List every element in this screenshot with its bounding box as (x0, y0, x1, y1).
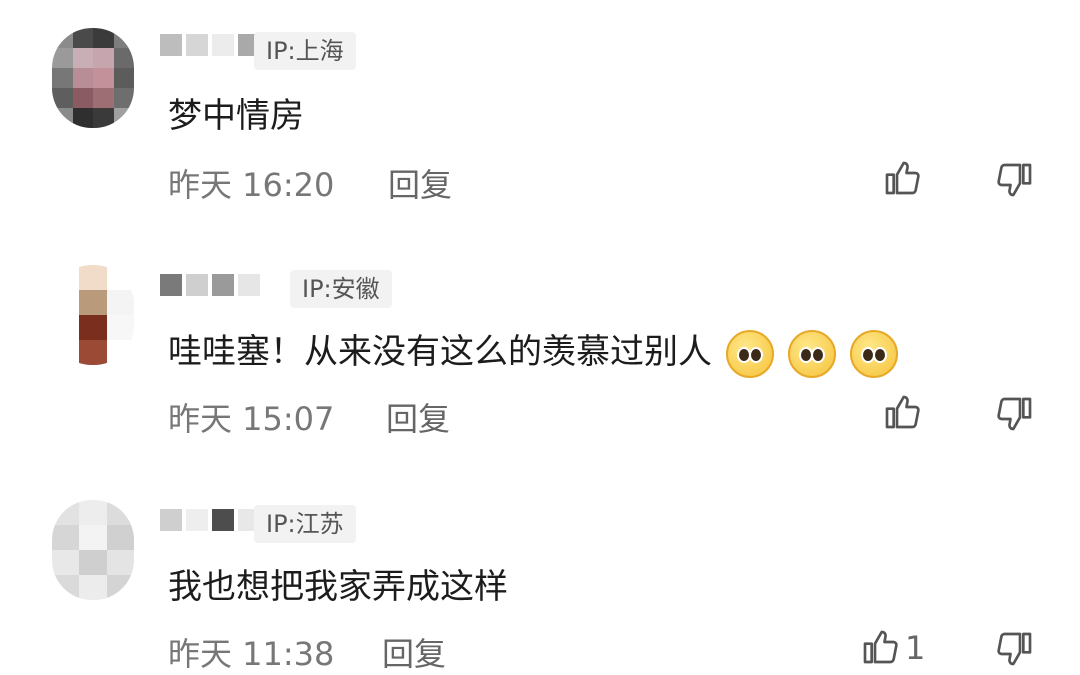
reply-button[interactable]: 回复 (386, 394, 450, 440)
comment-text-content: 哇哇塞！从来没有这么的羡慕过别人 (168, 332, 712, 372)
comment-timestamp: 昨天 11:38 (168, 635, 335, 673)
comment-timestamp: 昨天 15:07 (168, 400, 335, 438)
ip-location-badge: IP:江苏 (254, 505, 356, 543)
avatar[interactable] (52, 500, 134, 600)
username-blurred[interactable] (160, 270, 260, 300)
thumbs-down-icon[interactable] (995, 629, 1035, 669)
pleading-face-icon (788, 329, 836, 378)
comment-item: IP:安徽 哇哇塞！从来没有这么的羡慕过别人 昨天 15:07 回复 (0, 240, 1080, 465)
ip-location-badge: IP:上海 (254, 32, 356, 70)
thumbs-down-icon[interactable] (995, 160, 1035, 200)
reply-button[interactable]: 回复 (382, 629, 446, 675)
comment-text: 哇哇塞！从来没有这么的羡慕过别人 (168, 324, 898, 378)
pleading-face-icon (726, 329, 774, 378)
comment-text: 梦中情房 (168, 96, 304, 136)
avatar[interactable] (52, 265, 134, 365)
thumbs-up-icon[interactable] (882, 392, 922, 432)
reply-button[interactable]: 回复 (388, 160, 452, 206)
pleading-face-icon (850, 329, 898, 378)
comment-text: 我也想把我家弄成这样 (168, 567, 508, 607)
username-blurred[interactable] (160, 505, 260, 535)
avatar[interactable] (52, 28, 134, 128)
comment-timestamp: 昨天 16:20 (168, 166, 335, 204)
ip-location-badge: IP:安徽 (290, 270, 392, 308)
username-blurred[interactable] (160, 30, 260, 60)
thumbs-down-icon[interactable] (995, 394, 1035, 434)
comment-item: IP:江苏 我也想把我家弄成这样 昨天 11:38 回复 1 (0, 475, 1080, 675)
comment-item: IP:上海 梦中情房 昨天 16:20 回复 (0, 0, 1080, 225)
thumbs-up-icon[interactable] (882, 158, 922, 198)
like-count: 1 (905, 629, 926, 667)
thumbs-up-icon[interactable] (860, 627, 900, 667)
